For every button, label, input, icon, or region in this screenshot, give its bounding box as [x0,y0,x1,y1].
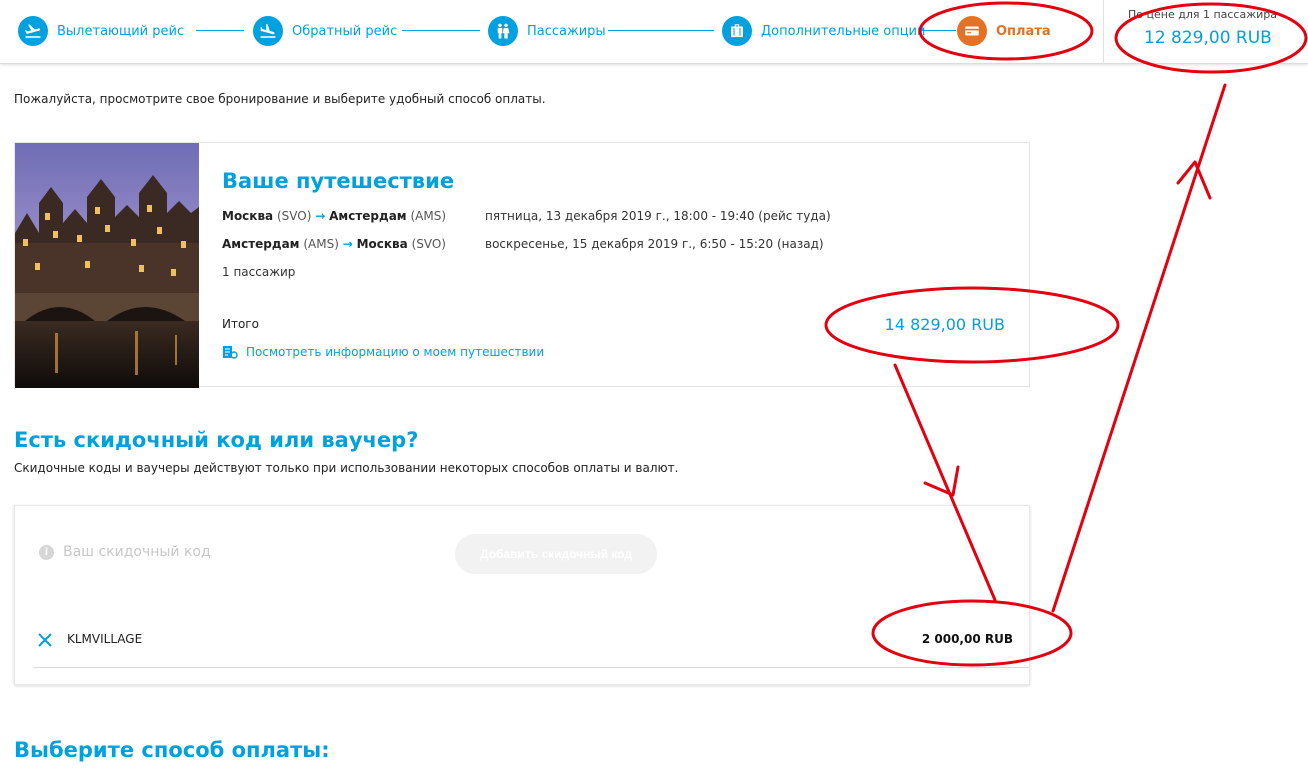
step-connector [196,30,244,31]
discount-code-input[interactable]: i Ваш скидочный код [39,544,211,560]
arrow-right-icon: → [342,237,353,251]
trip-leg-outbound: Москва (SVO) → Амстердам (AMS) [222,209,446,223]
leg-from-code: (AMS) [303,237,339,251]
leg-from-city: Амстердам [222,237,300,251]
trip-details-link-label: Посмотреть информацию о моем путешествии [246,345,545,359]
price-summary: По цене для 1 пассажира 12 829,00 RUB [1103,0,1308,64]
trip-leg-return: Амстердам (AMS) → Москва (SVO) [222,237,446,251]
credit-card-icon [957,16,987,46]
passenger-count: 1 пассажир [222,265,296,279]
step-departing-flight[interactable]: Вылетающий рейс [18,14,184,48]
step-connector [920,30,956,31]
total-price: 14 829,00 RUB [884,315,1005,334]
step-label: Оплата [996,23,1051,39]
discount-title: Есть скидочный код или ваучер? [14,428,419,452]
amsterdam-photo [15,143,199,388]
step-connector [402,30,480,31]
luggage-icon [722,16,752,46]
trip-summary-card: Ваше путешествие Москва (SVO) → Амстерда… [14,142,1030,388]
arrow-right-icon: → [315,209,326,223]
trip-details-icon [223,346,238,359]
leg-from-city: Москва [222,209,274,223]
step-extra-options[interactable]: Дополнительные опции [722,14,925,48]
leg-date: воскресенье, 15 декабря 2019 г., 6:50 - … [485,237,824,251]
price-caption: По цене для 1 пассажира [1128,8,1278,21]
booking-progress-bar: Вылетающий рейс Обратный рейс Пассажиры … [0,0,1308,64]
leg-from-code: (SVO) [276,209,312,223]
discount-subtitle: Скидочные коды и ваучеры действуют тольк… [14,461,679,475]
applied-discount-row: KLMVILLAGE 2 000,00 RUB [33,624,1029,668]
total-label: Итого [222,317,259,331]
annotation-arrowhead [923,465,960,497]
trip-details-link[interactable]: Посмотреть информацию о моем путешествии [222,344,544,360]
step-connector [608,30,714,31]
annotation-arrow-line [1051,83,1227,613]
passengers-icon [488,16,518,46]
applied-discount-code: KLMVILLAGE [67,632,143,646]
leg-to-code: (AMS) [410,209,446,223]
discount-card: i Ваш скидочный код Добавить скидочный к… [14,505,1030,685]
step-label: Обратный рейс [292,23,398,39]
step-label: Пассажиры [527,23,606,39]
discount-code-placeholder: Ваш скидочный код [63,544,211,560]
trip-title: Ваше путешествие [222,169,455,193]
info-icon: i [39,544,54,560]
plane-departure-icon [18,16,48,46]
applied-discount-amount: 2 000,00 RUB [921,632,1013,646]
leg-date: пятница, 13 декабря 2019 г., 18:00 - 19:… [485,209,831,223]
leg-to-city: Москва [356,237,408,251]
step-label: Вылетающий рейс [57,23,185,39]
step-passengers[interactable]: Пассажиры [488,14,606,48]
annotation-arrowhead [1176,160,1212,200]
intro-text: Пожалуйста, просмотрите свое бронировани… [14,92,546,106]
step-label: Дополнительные опции [761,23,926,39]
step-return-flight[interactable]: Обратный рейс [253,14,397,48]
step-payment[interactable]: Оплата [957,14,1051,48]
plane-arrival-icon [253,16,283,46]
leg-to-code: (SVO) [411,237,446,251]
price-value: 12 829,00 RUB [1144,28,1272,48]
add-discount-button[interactable]: Добавить скидочный код [455,534,657,574]
payment-method-title: Выберите способ оплаты: [14,738,330,762]
leg-to-city: Амстердам [329,209,407,223]
close-icon[interactable] [37,632,53,648]
